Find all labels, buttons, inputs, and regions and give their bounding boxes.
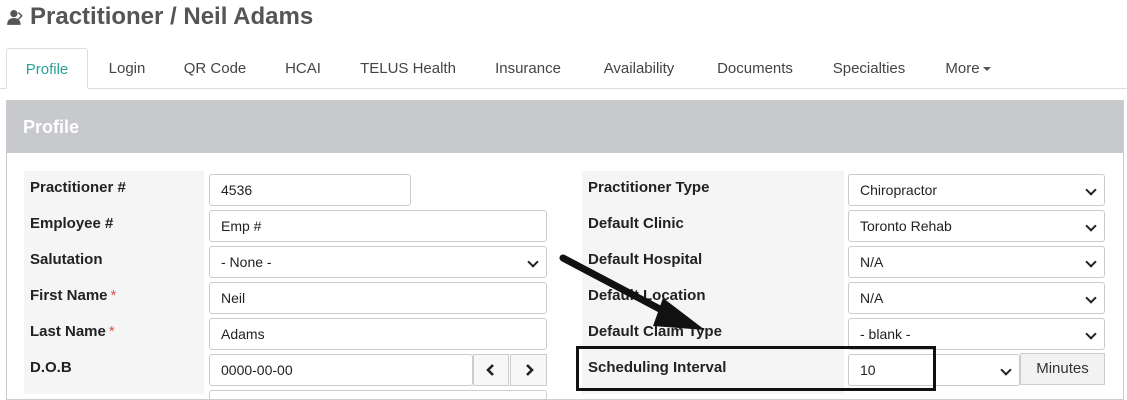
tab-hcai[interactable]: HCAI — [268, 48, 338, 88]
practitioner-type-select[interactable]: Chiropractor — [848, 174, 1105, 206]
panel-title: Profile — [7, 101, 1123, 153]
first-name-input[interactable]: Neil — [209, 282, 547, 314]
tab-specialties[interactable]: Specialties — [816, 48, 922, 88]
default-location-select[interactable]: N/A — [848, 282, 1105, 314]
user-icon — [7, 10, 23, 25]
tab-documents[interactable]: Documents — [700, 48, 810, 88]
dob-next-button[interactable] — [510, 354, 547, 386]
tab-label: QR Code — [183, 60, 247, 77]
tab-more[interactable]: More — [928, 48, 1008, 88]
required-marker: * — [110, 287, 117, 304]
employee-number-label: Employee # — [24, 207, 204, 243]
scheduling-interval-label: Scheduling Interval — [582, 351, 844, 394]
dob-input[interactable]: 0000-00-00 — [209, 354, 473, 386]
default-claim-type-label: Default Claim Type — [582, 315, 844, 351]
dob-prev-button[interactable] — [473, 354, 509, 386]
practitioner-number-input[interactable]: 4536 — [209, 174, 411, 206]
default-claim-type-select[interactable]: - blank - — [848, 318, 1105, 350]
tab-label: HCAI — [285, 60, 321, 77]
salutation-select[interactable]: - None - — [209, 246, 547, 278]
first-name-label: First Name * — [24, 279, 204, 315]
last-name-label: Last Name * — [24, 315, 204, 351]
chevron-right-icon — [525, 364, 534, 376]
salutation-label: Salutation — [24, 243, 204, 279]
tab-availability[interactable]: Availability — [584, 48, 694, 88]
page-title: Practitioner / Neil Adams — [6, 2, 313, 32]
employee-number-input[interactable]: Emp # — [209, 210, 547, 242]
tab-label: Profile — [25, 61, 69, 78]
next-field-input[interactable] — [209, 390, 547, 400]
tab-label: Documents — [717, 60, 793, 77]
tab-telus-health[interactable]: TELUS Health — [344, 48, 472, 88]
tab-profile[interactable]: Profile — [6, 48, 88, 89]
tab-login[interactable]: Login — [92, 48, 162, 88]
caret-down-icon — [982, 67, 991, 72]
last-name-input[interactable]: Adams — [209, 318, 547, 350]
default-hospital-select[interactable]: N/A — [848, 246, 1105, 278]
dob-label: D.O.B — [24, 351, 204, 394]
page-title-text: Practitioner / Neil Adams — [30, 3, 314, 30]
tab-label: More — [945, 60, 980, 77]
tab-bar: Profile Login QR Code HCAI TELUS Health … — [0, 48, 1127, 89]
tab-qr-code[interactable]: QR Code — [168, 48, 262, 88]
tab-insurance[interactable]: Insurance — [478, 48, 578, 88]
tab-label: Insurance — [495, 60, 561, 77]
tab-label: Specialties — [832, 60, 906, 77]
practitioner-number-label: Practitioner # — [24, 171, 204, 207]
tab-label: Availability — [603, 60, 675, 77]
default-clinic-select[interactable]: Toronto Rehab — [848, 210, 1105, 242]
tab-label: TELUS Health — [360, 60, 456, 77]
scheduling-interval-select[interactable]: 10 — [848, 354, 1020, 386]
tab-label: Login — [108, 60, 146, 77]
default-clinic-label: Default Clinic — [582, 207, 844, 243]
required-marker: * — [108, 323, 115, 340]
default-hospital-label: Default Hospital — [582, 243, 844, 279]
practitioner-type-label: Practitioner Type — [582, 171, 844, 207]
chevron-left-icon — [486, 364, 494, 376]
default-location-label: Default Location — [582, 279, 844, 315]
minutes-addon: Minutes — [1020, 353, 1105, 385]
